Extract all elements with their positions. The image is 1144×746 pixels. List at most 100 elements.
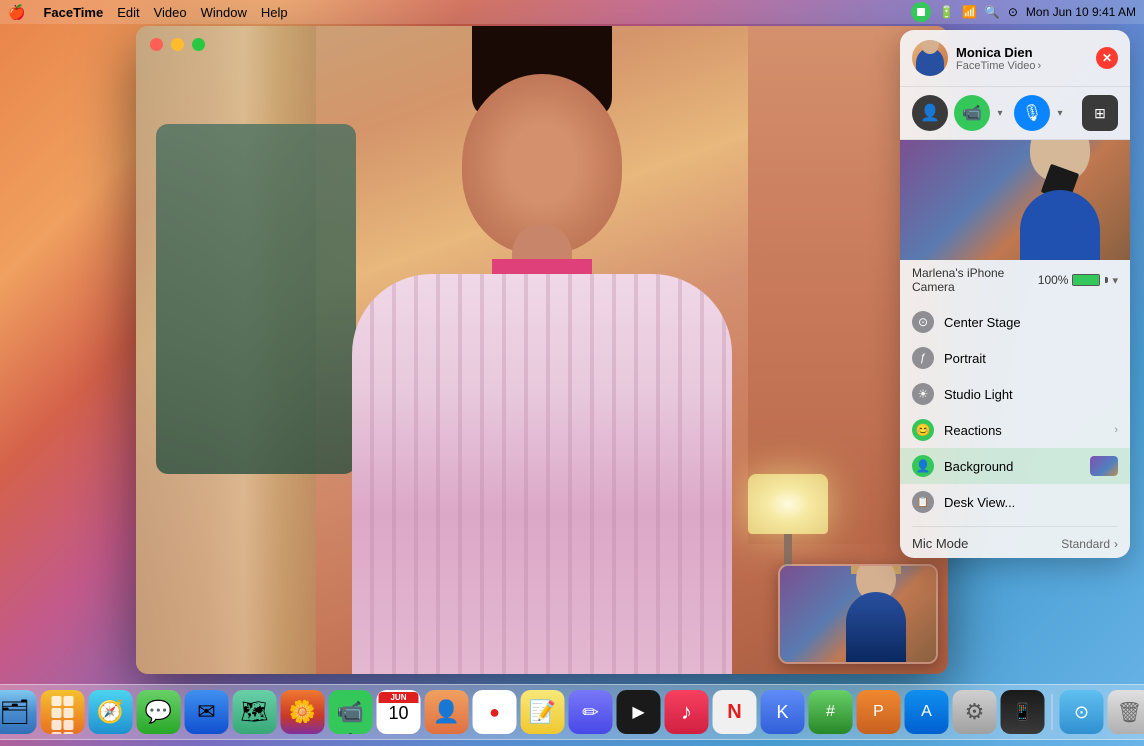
safari-icon: 🧭 <box>97 699 124 725</box>
panel-header: Monica Dien FaceTime Video › ✕ <box>900 30 1130 87</box>
facetime-dock-icon: 📹 <box>337 699 364 725</box>
keynote-icon: K <box>776 702 788 723</box>
mic-chevron-icon[interactable]: ▾ <box>1052 105 1068 121</box>
dock-item-appletv[interactable]: ▶ <box>617 690 661 734</box>
contact-avatar <box>912 40 948 76</box>
battery-tip <box>1105 277 1108 283</box>
battery-percent: 100% <box>1038 273 1069 287</box>
reactions-label: Reactions <box>944 423 1104 438</box>
dock-item-trash[interactable]: 🗑 <box>1108 690 1144 734</box>
desk-view-label: Desk View... <box>944 495 1118 510</box>
background-thumbnail <box>1090 456 1118 476</box>
menubar-search-icon[interactable]: 🔍 <box>985 5 1000 19</box>
mic-mode-row[interactable]: Mic Mode Standard › <box>900 529 1130 558</box>
dock-item-notes[interactable]: 📝 <box>521 690 565 734</box>
facetime-video-label: FaceTime Video <box>956 60 1035 72</box>
menubar-edit[interactable]: Edit <box>117 5 139 20</box>
dock-item-freeform[interactable]: ✏ <box>569 690 613 734</box>
video-preview-background <box>900 140 1130 260</box>
screen-share-button[interactable]: ⊞ <box>1082 95 1118 131</box>
studio-light-icon: ☀ <box>912 383 934 405</box>
freeform-icon: ✏ <box>582 700 599 725</box>
menu-item-desk-view[interactable]: 📋 Desk View... <box>900 484 1130 520</box>
menu-divider <box>912 526 1118 527</box>
pages-icon: P <box>873 703 884 721</box>
menu-item-portrait[interactable]: ƒ Portrait <box>900 340 1130 376</box>
dock-item-reminders[interactable]: ● <box>473 690 517 734</box>
dock-item-launchpad[interactable] <box>41 690 85 734</box>
reactions-chevron-icon: › <box>1114 424 1118 436</box>
facetime-panel: Monica Dien FaceTime Video › ✕ 👤 📹 ▾ 🎙 ▾… <box>900 30 1130 558</box>
person-shirt <box>352 274 732 674</box>
iphone-icon: 📱 <box>1013 702 1033 722</box>
camera-source-label: Marlena's iPhone Camera <box>912 266 1038 294</box>
screen-share-icon: ⊞ <box>1094 105 1106 122</box>
dock-item-news[interactable]: N <box>713 690 757 734</box>
camera-source-row: Marlena's iPhone Camera 100% ▾ <box>900 260 1130 300</box>
video-chevron-icon[interactable]: ▾ <box>992 105 1008 121</box>
calendar-day: 10 <box>379 703 419 725</box>
appstore-icon: A <box>921 703 932 721</box>
menubar-video[interactable]: Video <box>154 5 187 20</box>
dock-item-iphone-mirroring[interactable]: 📱 <box>1001 690 1045 734</box>
screentime-icon: ⊙ <box>1074 702 1089 723</box>
news-icon: N <box>727 701 741 724</box>
video-button[interactable]: 📹 <box>954 95 990 131</box>
finder-icon: 🗂 <box>0 698 30 727</box>
dock-item-screentime[interactable]: ⊙ <box>1060 690 1104 734</box>
trash-icon: 🗑 <box>1117 700 1142 725</box>
dock-item-appstore[interactable]: A <box>905 690 949 734</box>
dock-item-settings[interactable]: ⚙ <box>953 690 997 734</box>
menubar-help[interactable]: Help <box>261 5 288 20</box>
dock-item-keynote[interactable]: K <box>761 690 805 734</box>
background-thumb-image <box>1090 456 1118 476</box>
dock-item-facetime[interactable]: 📹 <box>329 690 373 734</box>
person-button[interactable]: 👤 <box>912 95 948 131</box>
mic-button[interactable]: 🎙 <box>1014 95 1050 131</box>
dock-item-pages[interactable]: P <box>857 690 901 734</box>
menubar-app-name[interactable]: FaceTime <box>43 5 103 20</box>
minimize-button[interactable] <box>171 38 184 51</box>
menubar-window[interactable]: Window <box>201 5 247 20</box>
mic-mode-label: Mic Mode <box>912 536 968 551</box>
facetime-active-dot <box>349 733 353 734</box>
dock: 🗂 🧭 💬 ✉ 🗺 🌼 📹 JUN 10 👤 ● 📝 <box>0 684 1144 740</box>
dock-item-finder[interactable]: 🗂 <box>0 690 37 734</box>
menu-item-reactions[interactable]: 😊 Reactions › <box>900 412 1130 448</box>
menu-item-studio-light[interactable]: ☀ Studio Light <box>900 376 1130 412</box>
dock-item-safari[interactable]: 🧭 <box>89 690 133 734</box>
photos-icon: 🌼 <box>289 699 316 725</box>
maps-icon: 🗺 <box>241 699 269 725</box>
calendar-month: JUN <box>379 692 419 703</box>
dock-item-numbers[interactable]: # <box>809 690 853 734</box>
traffic-lights <box>150 38 205 51</box>
center-stage-icon: ⊙ <box>912 311 934 333</box>
dock-item-photos[interactable]: 🌼 <box>281 690 325 734</box>
pv-shirt <box>1020 190 1100 260</box>
mic-mode-value: Standard <box>1061 537 1110 551</box>
dock-item-music[interactable]: ♪ <box>665 690 709 734</box>
menu-item-center-stage[interactable]: ⊙ Center Stage <box>900 304 1130 340</box>
messages-icon: 💬 <box>145 699 172 725</box>
video-preview <box>900 140 1130 260</box>
panel-close-button[interactable]: ✕ <box>1096 47 1118 69</box>
menubar-battery: 🔋 <box>939 5 954 19</box>
mic-mode-chevron-icon: › <box>1114 537 1118 551</box>
recording-indicator <box>911 2 931 22</box>
menubar-right: 🔋 📶 🔍 ⊙ Mon Jun 10 9:41 AM <box>911 2 1136 22</box>
dock-item-contacts[interactable]: 👤 <box>425 690 469 734</box>
maximize-button[interactable] <box>192 38 205 51</box>
menubar-control-center[interactable]: ⊙ <box>1008 5 1018 19</box>
dock-item-messages[interactable]: 💬 <box>137 690 181 734</box>
dock-separator <box>1052 694 1053 730</box>
apple-menu[interactable]: 🍎 <box>8 4 25 21</box>
reminders-icon: ● <box>489 702 500 723</box>
contact-subtitle[interactable]: FaceTime Video › <box>956 60 1088 72</box>
close-button[interactable] <box>150 38 163 51</box>
camera-row-chevron[interactable]: ▾ <box>1112 274 1118 287</box>
dock-item-maps[interactable]: 🗺 <box>233 690 277 734</box>
dock-item-mail[interactable]: ✉ <box>185 690 229 734</box>
contacts-icon: 👤 <box>433 699 460 725</box>
dock-item-calendar[interactable]: JUN 10 <box>377 690 421 734</box>
menu-item-background[interactable]: 👤 Background <box>900 448 1130 484</box>
